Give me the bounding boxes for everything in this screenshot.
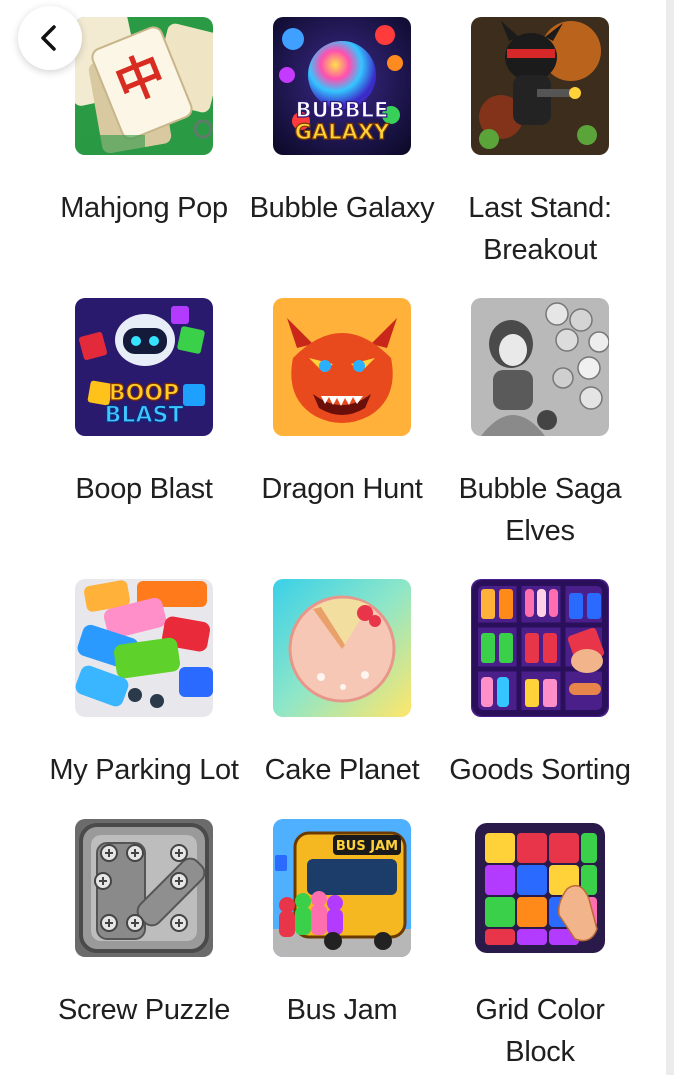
game-card-dragon-hunt[interactable]: Dragon Hunt xyxy=(243,298,441,510)
parking-cars-icon xyxy=(75,579,213,717)
game-card-screw-puzzle[interactable]: Screw Puzzle xyxy=(45,819,243,1031)
game-card-last-stand[interactable]: Last Stand: Breakout xyxy=(441,17,639,271)
game-title: My Parking Lot xyxy=(49,754,239,786)
game-title: Bubble Saga Elves xyxy=(458,473,622,547)
bus-logo-text: BUS JAM xyxy=(336,839,398,854)
bus-jam-icon: BUS JAM xyxy=(273,819,411,957)
last-stand-icon xyxy=(471,17,609,155)
game-title: Dragon Hunt xyxy=(261,473,423,505)
game-title: Screw Puzzle xyxy=(57,994,231,1026)
game-list-page: 中 Mahjong Pop BUBBLE GALAXY Bubble Galax… xyxy=(0,0,666,1075)
game-title: Last Stand: Breakout xyxy=(468,192,612,266)
mahjong-tile-icon: 中 xyxy=(75,17,213,155)
game-card-grid-color-block[interactable]: Grid Color Block xyxy=(441,819,639,1073)
bubble-logo-line-2: GALAXY xyxy=(295,120,390,144)
game-title: Boop Blast xyxy=(75,473,213,505)
game-card-bus-jam[interactable]: BUS JAM Bus Jam xyxy=(243,819,441,1031)
game-card-cake-planet[interactable]: Cake Planet xyxy=(243,579,441,791)
game-card-my-parking-lot[interactable]: My Parking Lot xyxy=(45,579,243,791)
game-card-boop-blast[interactable]: BOOP BLAST Boop Blast xyxy=(45,298,243,510)
game-title: Bubble Galaxy xyxy=(249,192,435,224)
goods-shelf-icon xyxy=(471,579,609,717)
game-card-bubble-galaxy[interactable]: BUBBLE GALAXY Bubble Galaxy xyxy=(243,17,441,229)
boop-logo-line-2: BLAST xyxy=(105,403,184,428)
bubble-logo-line-1: BUBBLE xyxy=(296,98,389,122)
chevron-left-icon xyxy=(41,25,56,51)
screw-puzzle-icon xyxy=(75,819,213,957)
bubble-galaxy-icon: BUBBLE GALAXY xyxy=(273,17,411,155)
game-title: Cake Planet xyxy=(264,754,420,786)
game-title: Bus Jam xyxy=(286,994,398,1026)
game-title: Goods Sorting xyxy=(449,754,631,786)
game-card-bubble-saga-elves[interactable]: Bubble Saga Elves xyxy=(441,298,639,552)
game-title: Mahjong Pop xyxy=(60,192,228,224)
game-card-goods-sorting[interactable]: Goods Sorting xyxy=(441,579,639,791)
boop-blast-icon: BOOP BLAST xyxy=(75,298,213,436)
game-title: Grid Color Block xyxy=(475,994,605,1068)
back-button[interactable] xyxy=(18,6,82,70)
dragon-icon xyxy=(273,298,411,436)
bubble-saga-icon xyxy=(471,298,609,436)
cake-planet-icon xyxy=(273,579,411,717)
color-block-icon xyxy=(471,819,609,957)
